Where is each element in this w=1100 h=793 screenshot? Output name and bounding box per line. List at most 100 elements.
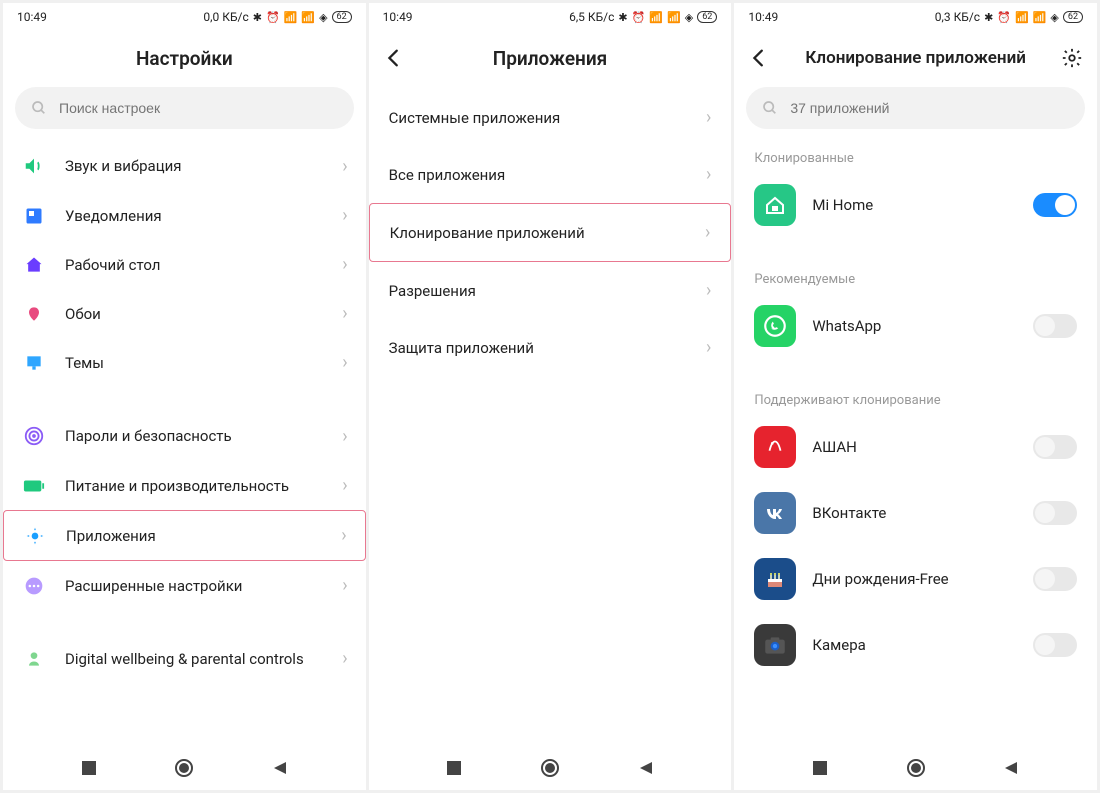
chevron-right-icon: › bbox=[342, 648, 347, 669]
search-input[interactable] bbox=[790, 100, 1069, 116]
row-label: Пароли и безопасность bbox=[65, 427, 324, 445]
chevron-right-icon: › bbox=[342, 254, 347, 275]
chevron-right-icon: › bbox=[342, 475, 347, 496]
nav-back-button[interactable] bbox=[1003, 760, 1019, 776]
row-system-apps[interactable]: Системные приложения › bbox=[369, 89, 732, 146]
row-label: Системные приложения bbox=[389, 109, 706, 127]
page-title: Настройки bbox=[19, 47, 350, 70]
row-label: Уведомления bbox=[65, 207, 324, 225]
apps-icon bbox=[22, 526, 48, 546]
search-icon bbox=[31, 100, 47, 116]
auchan-icon bbox=[754, 426, 796, 468]
header: Клонирование приложений bbox=[734, 31, 1097, 81]
back-button[interactable] bbox=[383, 47, 405, 69]
row-themes[interactable]: Темы › bbox=[3, 338, 366, 387]
vk-icon bbox=[754, 492, 796, 534]
nav-recent-button[interactable] bbox=[446, 760, 462, 776]
row-label: Звук и вибрация bbox=[65, 157, 324, 175]
alarm-icon: ⏰ bbox=[997, 11, 1011, 24]
camera-icon bbox=[754, 624, 796, 666]
row-label: Приложения bbox=[66, 527, 323, 545]
search-bar[interactable] bbox=[15, 87, 354, 129]
app-row-vk[interactable]: ВКонтакте bbox=[734, 480, 1097, 546]
row-apps[interactable]: Приложения › bbox=[3, 510, 366, 561]
bluetooth-icon: ✱ bbox=[618, 11, 627, 24]
row-label: Темы bbox=[65, 354, 324, 372]
status-time: 10:49 bbox=[748, 10, 778, 24]
row-notifications[interactable]: Уведомления › bbox=[3, 191, 366, 240]
nav-home-button[interactable] bbox=[540, 758, 560, 778]
chevron-right-icon: › bbox=[342, 352, 347, 373]
alarm-icon: ⏰ bbox=[266, 11, 280, 24]
toggle-auchan[interactable] bbox=[1033, 435, 1077, 459]
back-button[interactable] bbox=[748, 47, 770, 69]
page-title: Клонирование приложений bbox=[750, 48, 1081, 68]
row-home[interactable]: Рабочий стол › bbox=[3, 240, 366, 289]
app-label: Дни рождения-Free bbox=[812, 570, 1017, 588]
app-row-auchan[interactable]: АШАН bbox=[734, 414, 1097, 480]
status-bar: 10:49 0,0 КБ/с ✱ ⏰ 📶 📶 ◈ 62 bbox=[3, 3, 366, 31]
signal-icon: 📶 bbox=[649, 11, 663, 24]
notifications-icon bbox=[21, 206, 47, 226]
row-sound[interactable]: Звук и вибрация › bbox=[3, 141, 366, 191]
battery-icon: 62 bbox=[332, 11, 352, 23]
toggle-vk[interactable] bbox=[1033, 501, 1077, 525]
status-bar: 10:49 6,5 КБ/с ✱ ⏰ 📶 📶 ◈ 62 bbox=[369, 3, 732, 31]
header: Настройки bbox=[3, 31, 366, 81]
row-permissions[interactable]: Разрешения › bbox=[369, 262, 732, 319]
row-wellbeing[interactable]: Digital wellbeing & parental controls › bbox=[3, 634, 366, 683]
alarm-icon: ⏰ bbox=[632, 11, 646, 24]
toggle-camera[interactable] bbox=[1033, 633, 1077, 657]
bluetooth-icon: ✱ bbox=[253, 11, 262, 24]
wallpaper-icon bbox=[21, 304, 47, 324]
signal-icon: 📶 bbox=[284, 11, 298, 24]
search-bar[interactable] bbox=[746, 87, 1085, 129]
row-label: Рабочий стол bbox=[65, 256, 324, 274]
mihome-icon bbox=[754, 184, 796, 226]
search-input[interactable] bbox=[59, 100, 338, 116]
bluetooth-icon: ✱ bbox=[984, 11, 993, 24]
nav-home-button[interactable] bbox=[174, 758, 194, 778]
app-row-camera[interactable]: Камера bbox=[734, 612, 1097, 678]
toggle-mihome[interactable] bbox=[1033, 193, 1077, 217]
row-app-protection[interactable]: Защита приложений › bbox=[369, 319, 732, 376]
battery-icon: 62 bbox=[697, 11, 717, 23]
app-row-whatsapp[interactable]: WhatsApp bbox=[734, 293, 1097, 359]
section-header-cloned: Клонированные bbox=[734, 141, 1097, 172]
row-advanced[interactable]: Расширенные настройки › bbox=[3, 561, 366, 610]
nav-back-button[interactable] bbox=[272, 760, 288, 776]
toggle-whatsapp[interactable] bbox=[1033, 314, 1077, 338]
nav-recent-button[interactable] bbox=[812, 760, 828, 776]
nav-recent-button[interactable] bbox=[81, 760, 97, 776]
phone-screen-2: 10:49 6,5 КБ/с ✱ ⏰ 📶 📶 ◈ 62 Приложения С… bbox=[369, 3, 732, 790]
row-wallpaper[interactable]: Обои › bbox=[3, 289, 366, 338]
toggle-birthday[interactable] bbox=[1033, 567, 1077, 591]
app-row-birthday[interactable]: Дни рождения-Free bbox=[734, 546, 1097, 612]
settings-button[interactable] bbox=[1061, 47, 1083, 69]
signal-icon: 📶 bbox=[1033, 11, 1047, 24]
row-label: Питание и производительность bbox=[65, 477, 324, 495]
chevron-right-icon: › bbox=[341, 525, 346, 546]
whatsapp-icon bbox=[754, 305, 796, 347]
search-icon bbox=[762, 100, 778, 116]
signal-icon: 📶 bbox=[667, 11, 681, 24]
nav-bar bbox=[734, 746, 1097, 790]
birthday-icon bbox=[754, 558, 796, 600]
app-label: WhatsApp bbox=[812, 317, 1017, 335]
row-battery[interactable]: Питание и производительность › bbox=[3, 461, 366, 510]
row-label: Обои bbox=[65, 305, 324, 323]
row-label: Разрешения bbox=[389, 282, 706, 300]
app-label: АШАН bbox=[812, 438, 1017, 456]
nav-back-button[interactable] bbox=[638, 760, 654, 776]
row-security[interactable]: Пароли и безопасность › bbox=[3, 411, 366, 461]
phone-screen-3: 10:49 0,3 КБ/с ✱ ⏰ 📶 📶 ◈ 62 Клонирование… bbox=[734, 3, 1097, 790]
status-time: 10:49 bbox=[17, 10, 47, 24]
row-all-apps[interactable]: Все приложения › bbox=[369, 146, 732, 203]
themes-icon bbox=[21, 353, 47, 373]
nav-home-button[interactable] bbox=[906, 758, 926, 778]
row-label: Защита приложений bbox=[389, 339, 706, 357]
advanced-icon bbox=[21, 576, 47, 596]
row-clone-apps[interactable]: Клонирование приложений › bbox=[369, 203, 732, 262]
security-icon bbox=[21, 425, 47, 447]
app-row-mihome[interactable]: Mi Home bbox=[734, 172, 1097, 238]
